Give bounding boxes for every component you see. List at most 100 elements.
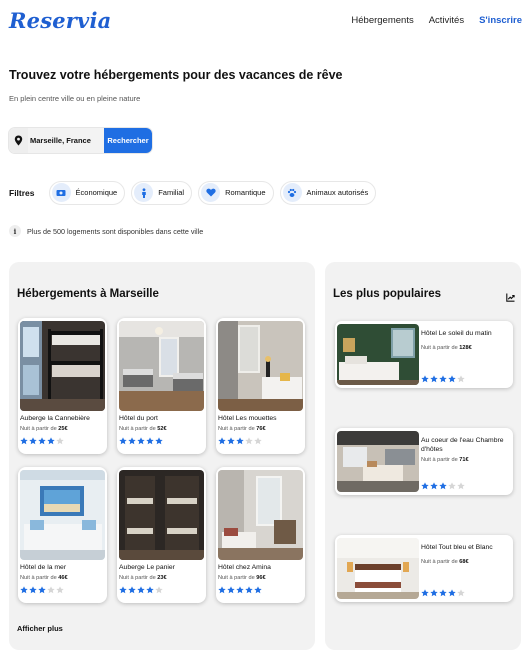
popular-card[interactable]: Hôtel Tout bleu et Blanc Nuit à partir d… — [335, 535, 513, 602]
star-empty-icon — [245, 437, 253, 445]
search-bar: Marseille, France Rechercher — [9, 128, 152, 153]
lodging-card[interactable]: Hôtel du port Nuit à partir de 52€ — [117, 318, 206, 454]
star-filled-icon — [119, 437, 127, 445]
rating-stars — [119, 586, 163, 594]
star-empty-icon — [254, 437, 262, 445]
main-nav: Hébergements Activités S'inscrire — [336, 15, 522, 26]
rating-stars — [218, 586, 262, 594]
lodging-price: Nuit à partir de 46€ — [20, 575, 68, 581]
paw-icon — [282, 183, 302, 202]
lodging-price: Nuit à partir de 25€ — [20, 426, 68, 432]
money-icon — [51, 183, 71, 202]
lodging-name: Auberge la Cannebière — [20, 415, 90, 422]
lodging-card[interactable]: Hôtel de la mer Nuit à partir de 46€ — [18, 467, 107, 603]
star-empty-icon — [56, 586, 64, 594]
star-filled-icon — [439, 589, 447, 597]
lodging-photo — [20, 321, 105, 411]
page-subtitle: En plein centre ville ou en pleine natur… — [9, 94, 141, 103]
popular-price: Nuit à partir de 128€ — [421, 345, 472, 351]
populaires-panel: Les plus populaires Hôtel Le soleil du m… — [325, 262, 521, 650]
star-filled-icon — [29, 586, 37, 594]
popular-price: Nuit à partir de 71€ — [421, 457, 469, 463]
logo[interactable]: Reservia — [9, 8, 111, 33]
lodging-card[interactable]: Hôtel Les mouettes Nuit à partir de 76€ — [216, 318, 305, 454]
lodging-name: Hôtel du port — [119, 415, 158, 422]
star-empty-icon — [155, 586, 163, 594]
search-button[interactable]: Rechercher — [104, 128, 152, 153]
filters-bar: Filtres Économique Familial Romantique A… — [9, 180, 382, 205]
lodging-name: Hôtel chez Amina — [218, 564, 271, 571]
availability-text: Plus de 500 logements sont disponibles d… — [27, 226, 204, 236]
star-filled-icon — [430, 589, 438, 597]
star-filled-icon — [254, 586, 262, 594]
rating-stars — [119, 437, 163, 445]
lodging-price: Nuit à partir de 96€ — [218, 575, 266, 581]
star-filled-icon — [47, 437, 55, 445]
lodging-card[interactable]: Hôtel chez Amina Nuit à partir de 96€ — [216, 467, 305, 603]
star-filled-icon — [448, 589, 456, 597]
star-filled-icon — [128, 586, 136, 594]
trending-icon — [506, 289, 515, 307]
star-filled-icon — [430, 375, 438, 383]
availability-info: i Plus de 500 logements sont disponibles… — [9, 225, 203, 237]
rating-stars — [421, 482, 465, 490]
rating-stars — [421, 589, 465, 597]
star-filled-icon — [236, 437, 244, 445]
star-filled-icon — [119, 586, 127, 594]
star-filled-icon — [245, 586, 253, 594]
nav-link-signup[interactable]: S'inscrire — [479, 15, 522, 26]
star-filled-icon — [421, 482, 429, 490]
star-empty-icon — [47, 586, 55, 594]
hebergements-panel: Hébergements à Marseille Auberge la Cann… — [9, 262, 315, 650]
page-title: Trouvez votre hébergements pour des vaca… — [9, 68, 343, 82]
star-filled-icon — [146, 437, 154, 445]
family-icon — [134, 183, 154, 202]
heart-icon — [201, 183, 221, 202]
star-empty-icon — [457, 589, 465, 597]
lodging-photo — [218, 470, 303, 560]
star-filled-icon — [448, 375, 456, 383]
lodging-photo — [119, 470, 204, 560]
star-empty-icon — [457, 482, 465, 490]
star-filled-icon — [137, 437, 145, 445]
info-icon: i — [9, 225, 21, 237]
lodging-photo — [337, 538, 419, 599]
filter-familial[interactable]: Familial — [131, 180, 193, 205]
star-filled-icon — [421, 589, 429, 597]
lodging-photo — [337, 324, 419, 385]
popular-name: Hôtel Tout bleu et Blanc — [421, 544, 493, 551]
popular-name: Hôtel Le soleil du matin — [421, 330, 492, 337]
lodging-photo — [337, 431, 419, 492]
star-empty-icon — [457, 375, 465, 383]
show-more-link[interactable]: Afficher plus — [17, 624, 63, 633]
star-filled-icon — [128, 437, 136, 445]
lodging-card[interactable]: Auberge la Cannebière Nuit à partir de 2… — [18, 318, 107, 454]
nav-link-hebergements[interactable]: Hébergements — [351, 15, 413, 26]
lodging-photo — [218, 321, 303, 411]
search-input[interactable]: Marseille, France — [28, 128, 104, 153]
lodging-card[interactable]: Auberge Le panier Nuit à partir de 23€ — [117, 467, 206, 603]
star-filled-icon — [218, 437, 226, 445]
star-empty-icon — [56, 437, 64, 445]
star-filled-icon — [38, 437, 46, 445]
lodging-photo — [119, 321, 204, 411]
filter-animaux[interactable]: Animaux autorisés — [279, 180, 377, 205]
popular-price: Nuit à partir de 68€ — [421, 559, 469, 565]
lodging-name: Auberge Le panier — [119, 564, 175, 571]
star-filled-icon — [236, 586, 244, 594]
lodging-name: Hôtel de la mer — [20, 564, 67, 571]
star-filled-icon — [38, 586, 46, 594]
star-filled-icon — [155, 437, 163, 445]
star-filled-icon — [227, 586, 235, 594]
filter-romantique[interactable]: Romantique — [198, 180, 274, 205]
star-filled-icon — [146, 586, 154, 594]
star-filled-icon — [430, 482, 438, 490]
filter-economique[interactable]: Économique — [48, 180, 126, 205]
location-pin-icon — [9, 128, 28, 153]
popular-card[interactable]: Hôtel Le soleil du matin Nuit à partir d… — [335, 321, 513, 388]
nav-link-activites[interactable]: Activités — [429, 15, 464, 26]
rating-stars — [218, 437, 262, 445]
lodging-price: Nuit à partir de 52€ — [119, 426, 167, 432]
popular-card[interactable]: Au coeur de l'eau Chambre d'hôtes Nuit à… — [335, 428, 513, 495]
header: Reservia Hébergements Activités S'inscri… — [0, 0, 528, 44]
